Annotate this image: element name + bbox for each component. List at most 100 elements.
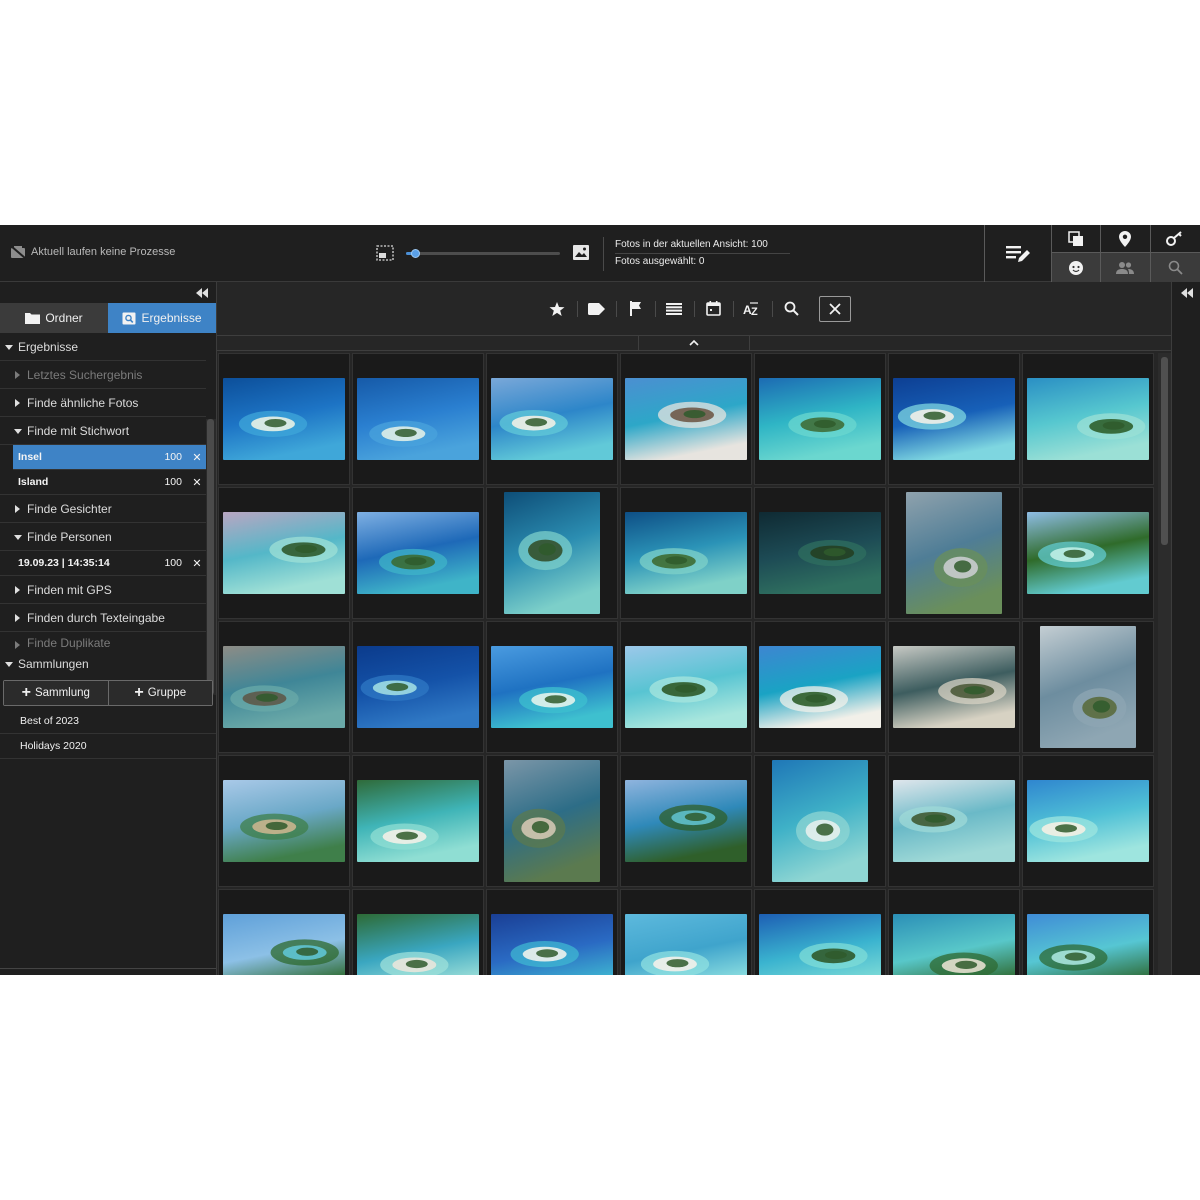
photo-thumbnail[interactable] — [486, 621, 618, 753]
search-tool-button[interactable] — [1150, 253, 1200, 282]
face-icon — [1069, 260, 1084, 275]
collapse-left-icon[interactable] — [196, 288, 208, 298]
caret-down-icon — [14, 428, 22, 434]
rating-filter-button[interactable] — [538, 296, 577, 322]
photo-thumbnail[interactable] — [888, 487, 1020, 619]
sidebar-divider — [0, 968, 216, 969]
photo-thumbnail[interactable] — [352, 889, 484, 975]
tab-ordner[interactable]: Ordner — [0, 303, 108, 333]
sort-button[interactable]: A Z — [732, 296, 772, 322]
clear-filters-button[interactable] — [818, 295, 851, 322]
remove-result-button[interactable]: ✕ — [188, 476, 206, 489]
photo-thumbnail[interactable] — [1022, 889, 1154, 975]
remove-result-button[interactable]: ✕ — [188, 557, 206, 570]
duplicate-tool-button[interactable] — [1052, 225, 1102, 253]
add-group-button[interactable]: + Gruppe — [107, 681, 212, 705]
photo-thumbnail[interactable] — [1022, 755, 1154, 887]
photo-thumbnail[interactable] — [620, 621, 752, 753]
photo-thumbnail[interactable] — [218, 621, 350, 753]
person-result-name: 19.09.23 | 14:35:14 — [18, 557, 110, 569]
key-tool-button[interactable] — [1150, 225, 1200, 253]
sidebar-item-text-search[interactable]: Finden durch Texteingabe — [0, 604, 206, 632]
photo-thumbnail[interactable] — [1022, 353, 1154, 485]
flag-filter-button[interactable] — [615, 296, 655, 322]
photo-thumbnail[interactable] — [754, 621, 886, 753]
thumbnail-size-slider[interactable] — [406, 249, 560, 258]
date-filter-button[interactable] — [693, 296, 733, 322]
photo-thumbnail[interactable] — [1022, 621, 1154, 753]
photo-thumbnail[interactable] — [620, 755, 752, 887]
photo-image — [504, 492, 600, 614]
collection-item[interactable]: Holidays 2020 — [0, 734, 216, 759]
sidebar-item-last-search[interactable]: Letztes Suchergebnis — [0, 361, 206, 389]
photo-thumbnail[interactable] — [486, 889, 618, 975]
collapse-toolbar-button[interactable] — [638, 335, 750, 351]
photo-thumbnail[interactable] — [352, 755, 484, 887]
small-thumbnails-icon[interactable] — [376, 245, 394, 261]
photo-thumbnail[interactable] — [352, 487, 484, 619]
grid-scrollbar[interactable] — [1158, 353, 1171, 975]
slider-handle[interactable] — [411, 249, 421, 258]
folder-icon — [25, 313, 41, 324]
photo-thumbnail[interactable] — [754, 755, 886, 887]
search-results-tree: Ergebnisse Letztes Suchergebnis Finde äh… — [0, 333, 206, 650]
photo-thumbnail[interactable] — [620, 889, 752, 975]
photo-thumbnail[interactable] — [754, 353, 886, 485]
keyword-result-island[interactable]: Island 100 ✕ — [0, 470, 206, 495]
results-section-header[interactable]: Ergebnisse — [0, 333, 206, 361]
photo-thumbnail[interactable] — [218, 889, 350, 975]
photo-thumbnail[interactable] — [620, 353, 752, 485]
map-tool-button[interactable] — [1101, 225, 1151, 253]
keyword-result-insel[interactable]: Insel 100 ✕ — [13, 445, 206, 470]
results-section-label: Ergebnisse — [18, 339, 79, 354]
photo-thumbnail[interactable] — [218, 755, 350, 887]
caret-right-icon — [15, 585, 20, 594]
caret-down-icon — [5, 344, 13, 350]
sidebar-item-similar-photos[interactable]: Finde ähnliche Fotos — [0, 389, 206, 417]
photo-thumbnail[interactable] — [754, 487, 886, 619]
collection-item[interactable]: Best of 2023 — [0, 709, 216, 734]
add-collection-button[interactable]: + Sammlung — [4, 681, 108, 705]
sidebar-item-keyword[interactable]: Finde mit Stichwort — [0, 417, 206, 445]
person-result[interactable]: 19.09.23 | 14:35:14 100 ✕ — [0, 551, 206, 576]
photo-thumbnail[interactable] — [888, 889, 1020, 975]
photo-thumbnail[interactable] — [888, 353, 1020, 485]
photo-thumbnail[interactable] — [888, 755, 1020, 887]
collections-header[interactable]: Sammlungen — [0, 652, 216, 676]
photo-thumbnail[interactable] — [486, 353, 618, 485]
photo-thumbnail[interactable] — [486, 755, 618, 887]
photo-image — [223, 512, 345, 594]
photo-thumbnail[interactable] — [352, 353, 484, 485]
photo-thumbnail[interactable] — [620, 487, 752, 619]
close-icon — [828, 302, 841, 315]
collapse-bar — [217, 335, 1171, 351]
photo-thumbnail[interactable] — [352, 621, 484, 753]
search-filter-button[interactable] — [771, 296, 811, 322]
tab-ergebnisse[interactable]: Ergebnisse — [108, 303, 216, 333]
photo-thumbnail[interactable] — [1022, 487, 1154, 619]
photo-thumbnail[interactable] — [888, 621, 1020, 753]
photo-thumbnail[interactable] — [754, 889, 886, 975]
face-tool-button[interactable] — [1052, 253, 1102, 282]
list-filter-button[interactable] — [654, 296, 694, 322]
large-thumbnails-icon[interactable] — [572, 244, 590, 261]
caret-right-icon — [15, 398, 20, 407]
sidebar-item-gps[interactable]: Finden mit GPS — [0, 576, 206, 604]
photo-image — [357, 646, 479, 728]
sidebar-item-duplicates[interactable]: Finde Duplikate — [0, 632, 206, 650]
sidebar-item-faces[interactable]: Finde Gesichter — [0, 495, 206, 523]
remove-result-button[interactable]: ✕ — [188, 451, 206, 464]
key-icon — [1166, 230, 1183, 246]
caret-down-icon — [5, 662, 13, 667]
sidebar-item-persons[interactable]: Finde Personen — [0, 523, 206, 551]
photo-thumbnail[interactable] — [486, 487, 618, 619]
grid-scroll-thumb[interactable] — [1161, 357, 1168, 545]
photo-thumbnail[interactable] — [218, 353, 350, 485]
flag-icon — [629, 301, 641, 316]
photo-thumbnail[interactable] — [218, 487, 350, 619]
edit-metadata-button[interactable] — [985, 225, 1052, 282]
label-filter-button[interactable] — [576, 296, 616, 322]
add-group-label: Gruppe — [147, 687, 187, 699]
expand-right-icon[interactable] — [1181, 288, 1193, 298]
people-tool-button[interactable] — [1101, 253, 1151, 282]
